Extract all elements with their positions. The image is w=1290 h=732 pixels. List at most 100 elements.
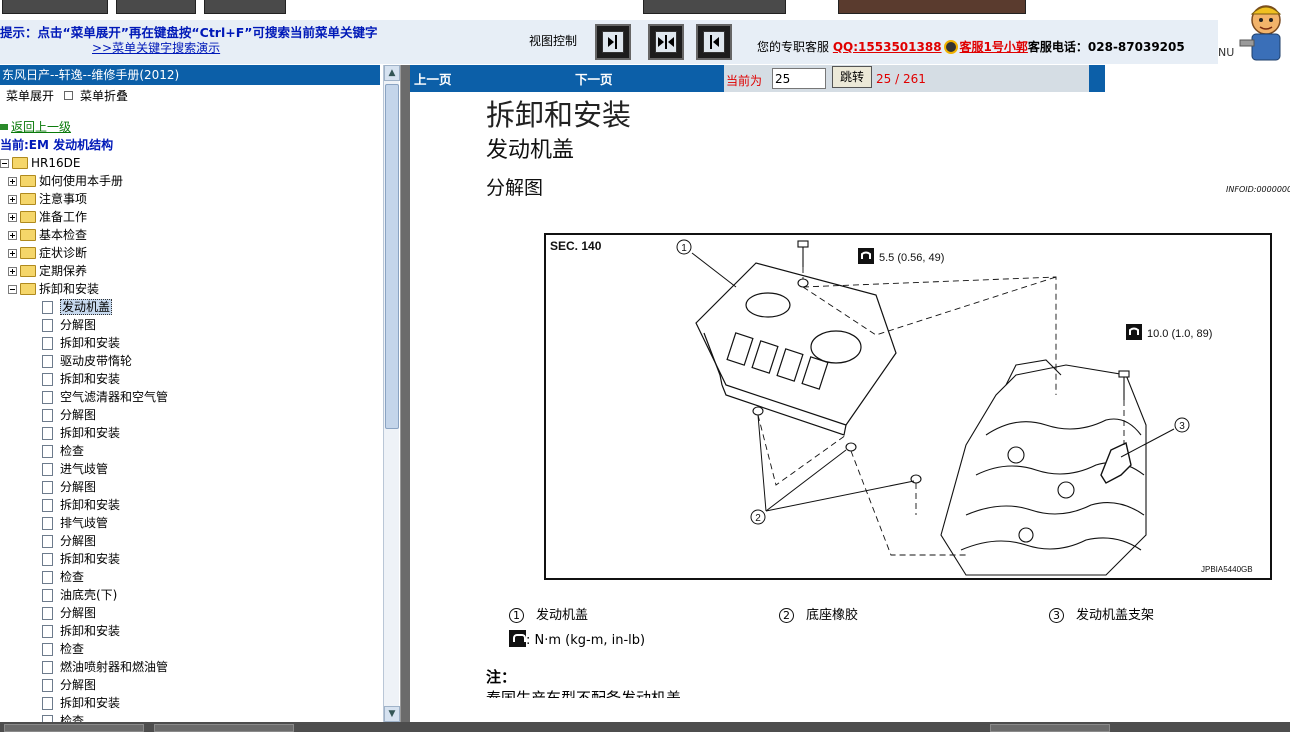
legend-label: 发动机盖 [536,608,589,623]
qq-link[interactable]: QQ:1553501388 [833,40,942,54]
tree-page-label: 拆卸和安装 [60,426,121,440]
taskbar-item[interactable] [990,724,1110,732]
page-number-input[interactable] [772,68,826,89]
tree-folder[interactable]: 拆卸和安装 [8,280,99,298]
torque-spec-1: 5.5 (0.56, 49) [879,252,944,264]
arrow-right-icon [602,31,624,53]
top-menu-button-3[interactable] [204,0,286,14]
tree-page[interactable]: 拆卸和安装 [42,622,120,640]
prev-page-link[interactable]: 上一页 [414,69,452,88]
service-agent-link[interactable]: 客服1号小郭 [960,40,1028,54]
tree-folder[interactable]: 基本检查 [8,226,87,244]
legend-item: 3 发动机盖支架 [1049,604,1154,623]
expand-toggle-icon[interactable] [8,231,17,240]
folder-icon [20,229,36,241]
back-row[interactable]: 返回上一级 [0,118,71,136]
tree-folder[interactable]: 定期保养 [8,262,87,280]
jump-button[interactable]: 跳转 [832,66,872,88]
view-expand-right-button[interactable] [595,24,631,60]
page-jump-area: 当前为 跳转 25 / 261 [724,65,1089,92]
page-icon [42,499,53,512]
tree-page[interactable]: 驱动皮带惰轮 [42,352,132,370]
top-menu-button-4[interactable] [643,0,786,14]
tree-page[interactable]: 发动机盖 [42,298,113,316]
next-page-link[interactable]: 下一页 [575,69,613,88]
folder-icon [20,265,36,277]
tree-page-label: 检查 [60,444,85,458]
expand-toggle-icon[interactable] [8,177,17,186]
tree-page[interactable]: 拆卸和安装 [42,334,120,352]
page-count: 25 / 261 [876,72,926,86]
section-title: 分解图 [486,177,544,199]
tree-page[interactable]: 拆卸和安装 [42,424,120,442]
tree-page-label: 排气歧管 [60,516,109,530]
service-phone: 客服电话：028-87039205 [1027,40,1185,54]
tree-page[interactable]: 拆卸和安装 [42,496,120,514]
expand-toggle-icon[interactable] [8,249,17,258]
tree-folder[interactable]: 如何使用本手册 [8,172,123,190]
tree-folder[interactable]: 症状诊断 [8,244,87,262]
taskbar-item[interactable] [4,724,144,732]
tree-page[interactable]: 分解图 [42,604,96,622]
menu-expand-button[interactable]: 菜单展开 [6,86,54,106]
panel-divider[interactable] [400,65,410,732]
search-demo-link[interactable]: >>菜单关键字搜索演示 [92,39,220,56]
tree-page[interactable]: 分解图 [42,676,96,694]
tree-page[interactable]: 油底壳(下) [42,586,117,604]
back-link[interactable]: 返回上一级 [11,120,71,134]
tree-page[interactable]: 进气歧管 [42,460,108,478]
tree-page[interactable]: 拆卸和安装 [42,370,120,388]
tree-folder[interactable]: 准备工作 [8,208,87,226]
legend-number: 1 [509,608,524,623]
manual-page: 拆卸和安装 发动机盖 分解图 INFOID:0000000 SEC. 140 5… [411,92,1290,698]
sidebar-scrollbar[interactable]: ▲ ▼ [383,65,400,722]
tree-page[interactable]: 检查 [42,442,84,460]
view-split-button[interactable] [648,24,684,60]
menu-collapse-button[interactable]: 菜单折叠 [80,86,128,106]
tree-page[interactable]: 空气滤清器和空气管 [42,388,168,406]
tree-page-label: 检查 [60,714,85,722]
taskbar-item[interactable] [154,724,294,732]
tree-folder-label: 注意事项 [39,192,88,206]
collapse-toggle-icon[interactable] [8,285,17,294]
tree-page[interactable]: 分解图 [42,532,96,550]
tree-page[interactable]: 分解图 [42,478,96,496]
expand-toggle-icon[interactable] [8,267,17,276]
tree-page[interactable]: 分解图 [42,406,96,424]
bolt-drawing [797,240,1130,400]
page-icon [42,715,53,722]
scroll-up-arrow-icon[interactable]: ▲ [384,65,400,81]
top-menu-button-5[interactable] [838,0,1026,14]
page-icon [42,517,53,530]
tree-folder[interactable]: 注意事项 [8,190,87,208]
collapse-toggle-icon[interactable] [0,159,9,168]
tree-page-label: 拆卸和安装 [60,336,121,350]
tree-page-label: 拆卸和安装 [60,552,121,566]
tree-page[interactable]: 分解图 [42,316,96,334]
legend-number: 2 [779,608,794,623]
scroll-thumb[interactable] [385,84,399,429]
tree-page[interactable]: 拆卸和安装 [42,694,120,712]
tree-page[interactable]: 排气歧管 [42,514,108,532]
tree-page[interactable]: 拆卸和安装 [42,550,120,568]
top-menu-button-1[interactable] [2,0,108,14]
view-control-label: 视图控制 [529,34,578,48]
tree-page[interactable]: 检查 [42,568,84,586]
tree-folder-label: 症状诊断 [39,246,88,260]
page-icon [42,625,53,638]
folder-icon [20,175,36,187]
expand-toggle-icon[interactable] [8,195,17,204]
expand-toggle-icon[interactable] [8,213,17,222]
scroll-down-arrow-icon[interactable]: ▼ [384,706,400,722]
tree-page[interactable]: 检查 [42,712,84,722]
top-menu-button-2[interactable] [116,0,196,14]
page-icon [42,589,53,602]
tree-root[interactable]: HR16DE [0,154,80,172]
page-icon [42,679,53,692]
tree-page[interactable]: 燃油喷射器和燃油管 [42,658,168,676]
view-expand-left-button[interactable] [696,24,732,60]
tree-page-label: 进气歧管 [60,462,109,476]
callout-2: 2 [755,513,761,524]
tree-page[interactable]: 检查 [42,640,84,658]
tree-root-label: HR16DE [31,156,81,170]
